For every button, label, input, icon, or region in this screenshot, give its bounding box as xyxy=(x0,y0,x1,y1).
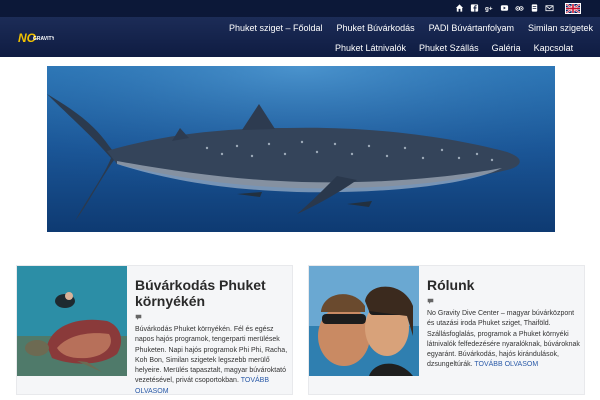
nav-item-buvarkodas[interactable]: Phuket Búvárkodás xyxy=(330,17,422,39)
email-icon[interactable] xyxy=(545,3,554,13)
nav-row-2: Phuket Látnivalók Phuket Szállás Galéria… xyxy=(210,39,600,57)
nav-item-szallas[interactable]: Phuket Szállás xyxy=(414,39,487,57)
tripadvisor-icon[interactable] xyxy=(515,3,524,13)
whale-shark-image xyxy=(47,66,555,232)
svg-text:g+: g+ xyxy=(485,6,493,13)
google-plus-icon[interactable]: g+ xyxy=(485,3,494,13)
card-text: No Gravity Dive Center – magyar búvárköz… xyxy=(427,309,582,371)
youtube-icon[interactable] xyxy=(500,3,509,13)
hero-image xyxy=(47,66,555,232)
social-icons: g+ xyxy=(455,3,554,13)
nav-item-padi[interactable]: PADI Búvártanfolyam xyxy=(422,17,521,39)
card-text: Búvárkodás Phuket környékén. Fél és egés… xyxy=(135,325,290,397)
card-body: Rólunk No Gravity Dive Center – magyar b… xyxy=(427,266,582,371)
nav-item-fooldal[interactable]: Phuket sziget – Főoldal xyxy=(222,17,330,39)
card-title[interactable]: Rólunk xyxy=(427,277,582,293)
card-thumbnail[interactable] xyxy=(309,266,419,376)
read-more-link[interactable]: TOVÁBB OLVASOM xyxy=(474,361,538,368)
top-utility-bar: g+ xyxy=(0,0,600,17)
card-thumbnail[interactable] xyxy=(17,266,127,376)
turtle-diver-image xyxy=(17,266,127,376)
blog-icon[interactable] xyxy=(530,3,539,13)
card-title[interactable]: Búvárkodás Phuket környékén xyxy=(135,277,290,309)
main-navigation: Phuket sziget – Főoldal Phuket Búvárkodá… xyxy=(210,17,600,57)
card-diving: Búvárkodás Phuket környékén Búvárkodás P… xyxy=(16,265,293,395)
no-gravity-logo[interactable]: NO GRAVITY xyxy=(18,27,54,47)
facebook-icon[interactable] xyxy=(470,3,479,13)
comment-icon[interactable] xyxy=(135,314,290,323)
comment-icon[interactable] xyxy=(427,298,582,307)
card-text-content: Búvárkodás Phuket környékén. Fél és egés… xyxy=(135,326,288,385)
couple-photo-image xyxy=(309,266,419,376)
svg-text:GRAVITY: GRAVITY xyxy=(33,36,54,42)
card-body: Búvárkodás Phuket környékén Búvárkodás P… xyxy=(135,266,290,397)
main-header: NO GRAVITY Phuket sziget – Főoldal Phuke… xyxy=(0,17,600,57)
nav-item-galeria[interactable]: Galéria xyxy=(487,39,529,57)
home-icon[interactable] xyxy=(455,3,464,13)
nav-item-similan[interactable]: Similan szigetek xyxy=(521,17,600,39)
nav-item-kapcsolat[interactable]: Kapcsolat xyxy=(529,39,582,57)
card-about-us: Rólunk No Gravity Dive Center – magyar b… xyxy=(308,265,585,395)
nav-row-1: Phuket sziget – Főoldal Phuket Búvárkodá… xyxy=(210,17,600,39)
uk-flag-icon[interactable] xyxy=(565,3,581,14)
nav-item-latnivalok[interactable]: Phuket Látnivalók xyxy=(330,39,414,57)
card-text-content: No Gravity Dive Center – magyar búvárköz… xyxy=(427,310,580,369)
